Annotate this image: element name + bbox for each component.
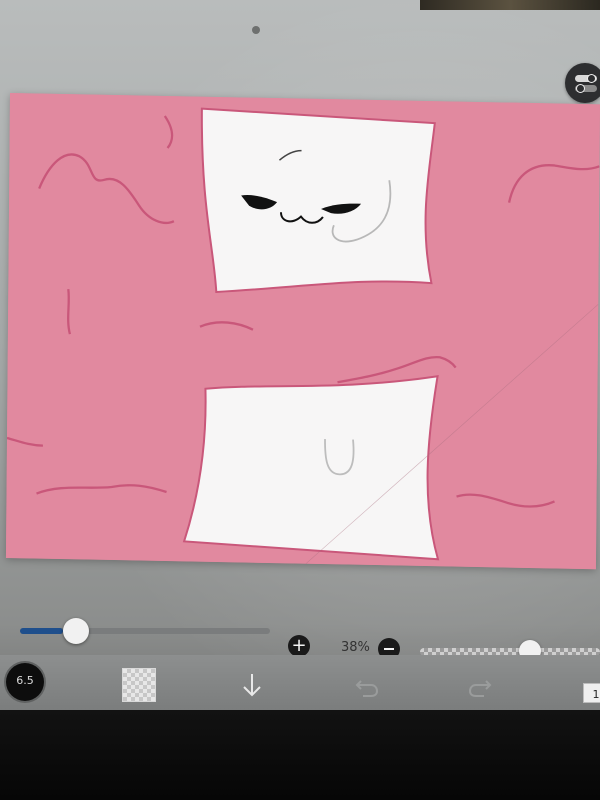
minus-icon (384, 648, 394, 650)
tablet-screen: + 38% 6.5 1 (0, 0, 600, 800)
workspace: + 38% (0, 0, 600, 662)
layers-count: 1 (592, 688, 600, 701)
brush-size-button[interactable]: 6.5 (6, 663, 44, 701)
corner-reflection (420, 0, 600, 10)
device-bezel (0, 710, 600, 800)
down-arrow-icon[interactable] (238, 671, 266, 699)
layers-button[interactable]: 1 (580, 679, 600, 703)
settings-toggle-icon[interactable] (565, 63, 600, 103)
zoom-in-button[interactable]: + (288, 635, 310, 657)
plus-icon: + (291, 635, 307, 656)
toggle-knob-bottom (576, 84, 585, 93)
brush-size-thumb[interactable] (62, 618, 89, 644)
bottom-toolbar: 6.5 1 (0, 655, 600, 710)
camera-dot (252, 26, 260, 34)
brush-size-fill (20, 628, 63, 634)
brush-size-slider[interactable] (20, 618, 270, 644)
top-marshmallow (200, 107, 436, 294)
bottom-marshmallow (182, 375, 440, 561)
brush-size-value: 6.5 (16, 674, 34, 687)
canvas-artwork (5, 93, 600, 570)
drawing-canvas[interactable] (5, 93, 600, 570)
undo-icon[interactable] (353, 671, 381, 699)
color-swatch-button[interactable] (122, 668, 156, 702)
redo-icon[interactable] (466, 671, 494, 699)
layers-icon: 1 (583, 683, 600, 703)
toggle-knob-top (587, 74, 596, 83)
zoom-level-label: 38% (341, 640, 370, 655)
